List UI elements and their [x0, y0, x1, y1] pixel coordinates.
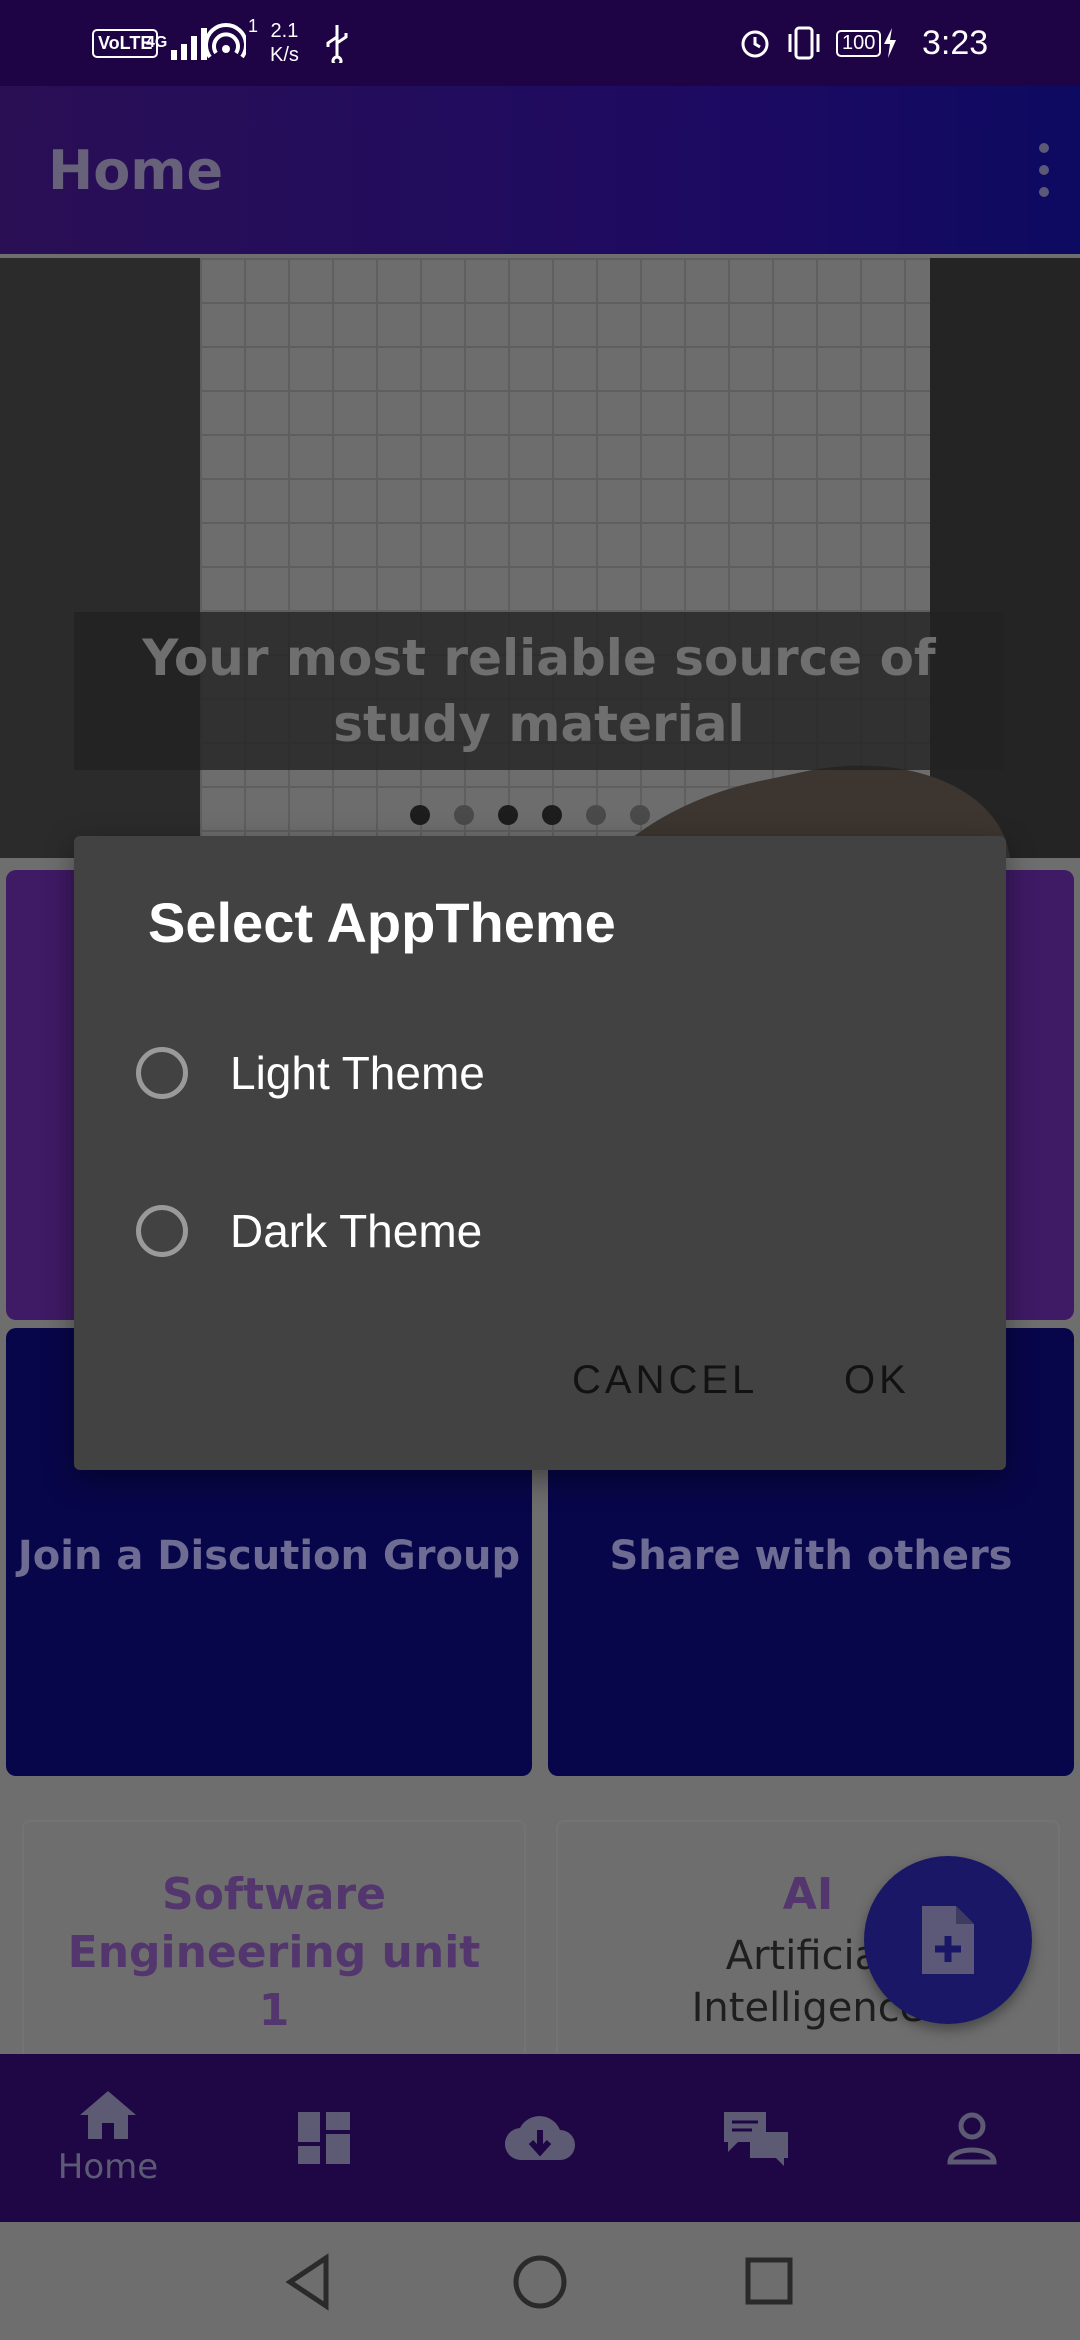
- add-document-icon: [922, 1906, 974, 1974]
- speed-unit: K/s: [270, 44, 299, 66]
- dark-theme-option[interactable]: Dark Theme: [136, 1176, 956, 1286]
- carousel-dot[interactable]: [542, 805, 562, 825]
- home-icon: [80, 2091, 136, 2139]
- discussion-group-label: Join a Discution Group: [17, 1533, 521, 1579]
- alarm-icon: [738, 0, 772, 86]
- recents-icon[interactable]: [744, 2256, 794, 2306]
- hotspot-icon: 1: [206, 0, 258, 86]
- system-navigation-bar: [0, 2222, 1080, 2340]
- hotspot-waves-icon: [206, 23, 246, 59]
- carousel-dot[interactable]: [454, 805, 474, 825]
- clock: 3:23: [922, 23, 989, 62]
- radio-button[interactable]: [136, 1205, 188, 1257]
- subject-card-title: Software Engineering unit 1: [67, 1869, 481, 2036]
- light-theme-label: Light Theme: [230, 1047, 485, 1099]
- speed-value: 2.1: [270, 20, 299, 42]
- carousel-dot[interactable]: [586, 805, 606, 825]
- nav-home-label: Home: [57, 2147, 159, 2187]
- vibrate-icon: [784, 0, 824, 86]
- nav-account[interactable]: [864, 2054, 1080, 2222]
- nav-home[interactable]: Home: [0, 2054, 216, 2222]
- radio-button[interactable]: [136, 1047, 188, 1099]
- subject-card[interactable]: Software Engineering unit 1: [22, 1820, 526, 2074]
- dashboard-icon: [298, 2112, 350, 2164]
- account-icon: [947, 2112, 997, 2165]
- banner-caption: Your most reliable source of study mater…: [142, 629, 936, 753]
- add-document-button[interactable]: [864, 1856, 1032, 2024]
- share-label: Share with others: [609, 1533, 1013, 1579]
- cloud-download-icon: [504, 2116, 575, 2161]
- light-theme-option[interactable]: Light Theme: [136, 1018, 956, 1128]
- carousel-indicator: [410, 800, 680, 830]
- status-bar: VoLTE 4G 1 2.1 K/s 100 3:23: [0, 0, 1080, 86]
- carousel-dot[interactable]: [410, 805, 430, 825]
- ok-button[interactable]: OK: [844, 1358, 910, 1403]
- cancel-button[interactable]: CANCEL: [572, 1358, 758, 1403]
- nav-dashboard[interactable]: [216, 2054, 432, 2222]
- battery-icon: 100: [836, 0, 899, 86]
- dialog-title: Select AppTheme: [148, 891, 616, 954]
- nav-chat[interactable]: [648, 2054, 864, 2222]
- hotspot-count: 1: [248, 16, 259, 36]
- battery-level: 100: [836, 29, 882, 57]
- usb-icon: [324, 0, 350, 86]
- network-type: 4G: [146, 34, 168, 51]
- overflow-menu-icon[interactable]: [1024, 140, 1064, 200]
- signal-icon: 4G: [146, 0, 215, 86]
- home-button-icon[interactable]: [512, 2254, 568, 2310]
- charging-icon: [884, 28, 897, 58]
- carousel-dot[interactable]: [630, 805, 650, 825]
- chat-icon: [724, 2112, 788, 2166]
- nav-downloads[interactable]: [432, 2054, 648, 2222]
- page-title: Home: [48, 138, 224, 202]
- net-speed: 2.1 K/s: [270, 0, 299, 86]
- carousel-dot[interactable]: [498, 805, 518, 825]
- back-icon[interactable]: [284, 2252, 332, 2312]
- dark-theme-label: Dark Theme: [230, 1205, 483, 1257]
